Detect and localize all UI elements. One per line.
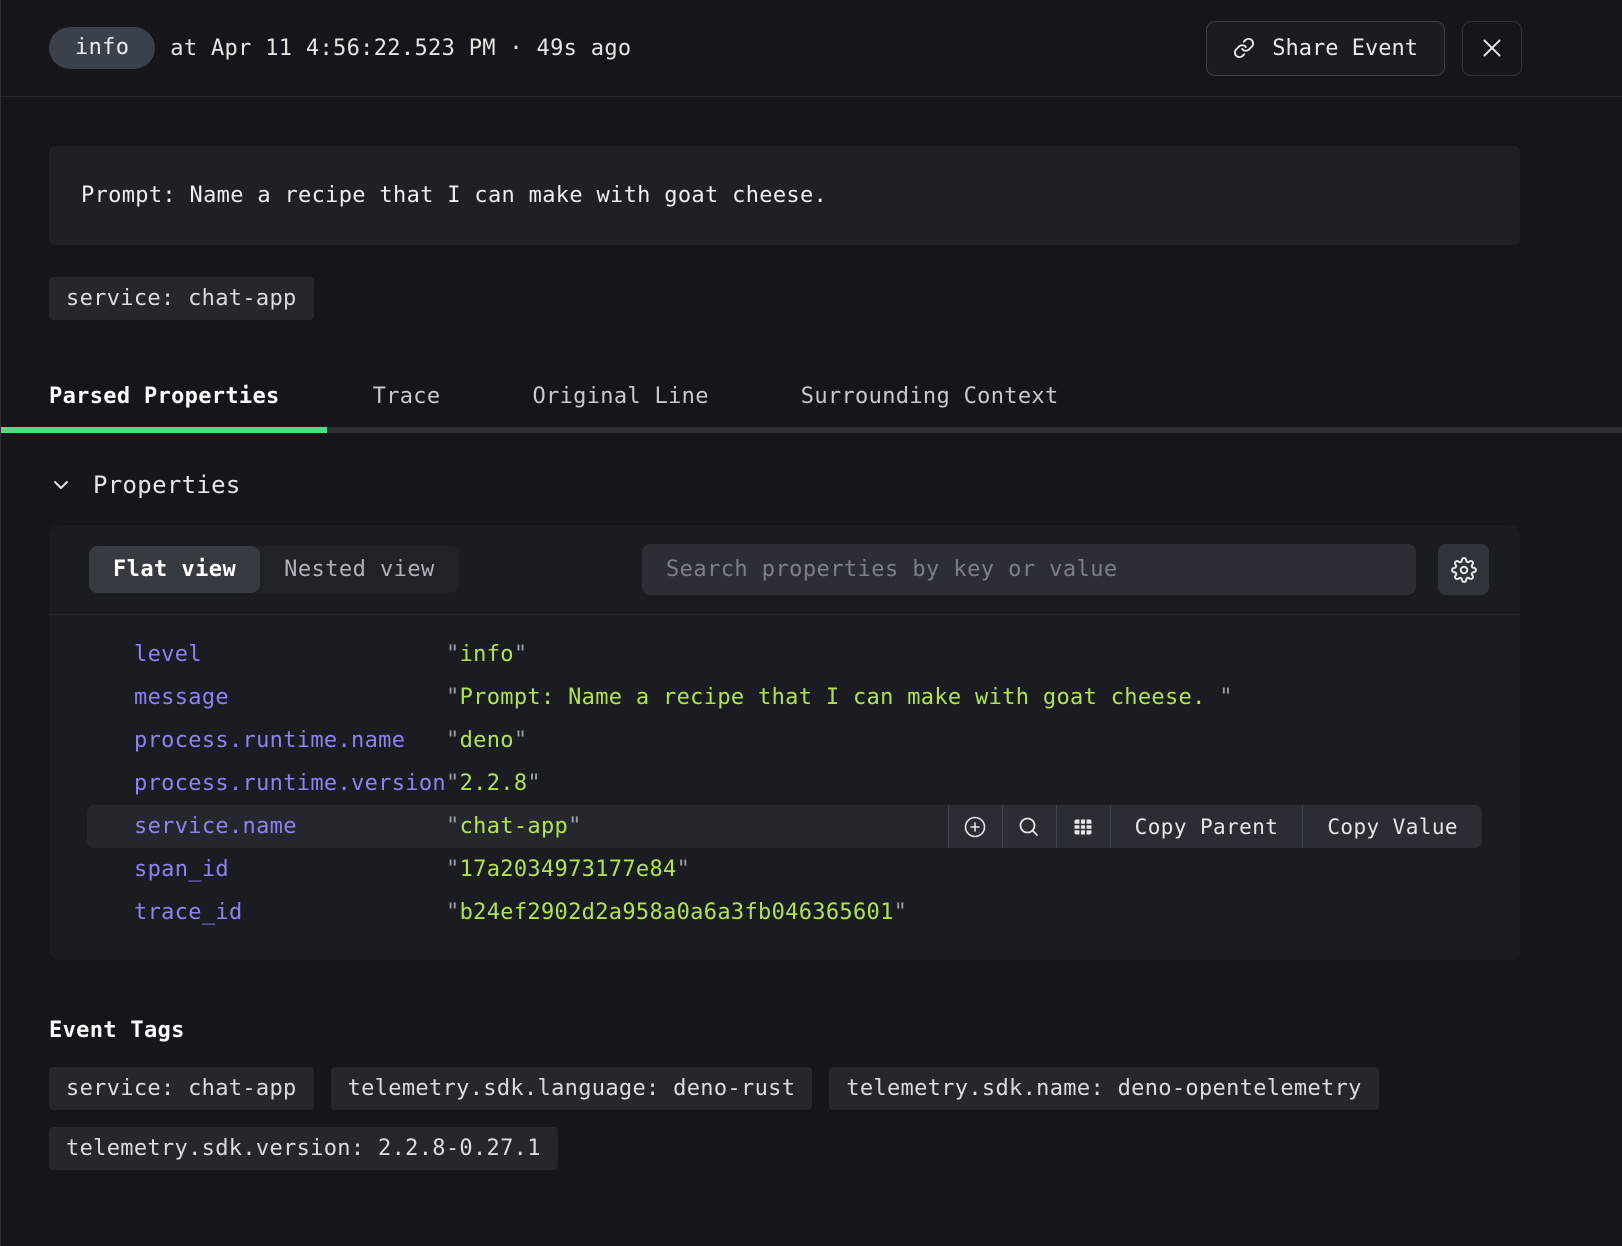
property-row-message[interactable]: message Prompt: Name a recipe that I can… bbox=[87, 676, 1482, 719]
copy-value-button[interactable]: Copy Value bbox=[1302, 805, 1482, 848]
property-key: service.name bbox=[134, 814, 446, 839]
property-value: 2.2.8 bbox=[446, 771, 541, 796]
tab-surrounding-context[interactable]: Surrounding Context bbox=[755, 360, 1105, 433]
property-row-process-runtime-version[interactable]: process.runtime.version 2.2.8 bbox=[87, 762, 1482, 805]
properties-card: Flat view Nested view level info messag bbox=[49, 525, 1520, 960]
share-event-label: Share Event bbox=[1272, 36, 1418, 61]
view-toggle: Flat view Nested view bbox=[89, 546, 459, 593]
gear-icon bbox=[1451, 557, 1477, 583]
search-value-button[interactable] bbox=[1002, 805, 1056, 848]
tab-parsed-properties[interactable]: Parsed Properties bbox=[1, 360, 327, 433]
property-key: message bbox=[134, 685, 446, 710]
row-action-group: Copy Parent Copy Value bbox=[948, 805, 1482, 848]
plus-circle-icon bbox=[963, 815, 987, 839]
property-value: chat-app bbox=[446, 814, 582, 839]
add-column-button[interactable] bbox=[1056, 805, 1110, 848]
event-tag-sdk-language[interactable]: telemetry.sdk.language: deno-rust bbox=[331, 1067, 813, 1110]
tab-original-line[interactable]: Original Line bbox=[486, 360, 754, 433]
add-filter-button[interactable] bbox=[948, 805, 1002, 848]
link-icon bbox=[1233, 37, 1255, 59]
search-properties-input[interactable] bbox=[642, 544, 1416, 595]
property-value: Prompt: Name a recipe that I can make wi… bbox=[446, 685, 1233, 710]
properties-section-toggle[interactable]: Properties bbox=[49, 471, 1520, 499]
properties-section-title: Properties bbox=[93, 471, 241, 499]
flat-view-button[interactable]: Flat view bbox=[89, 546, 260, 593]
property-row-trace-id[interactable]: trace_id b24ef2902d2a958a0a6a3fb04636560… bbox=[87, 891, 1482, 934]
main-content: Prompt: Name a recipe that I can make wi… bbox=[1, 146, 1622, 1170]
search-icon bbox=[1017, 815, 1041, 839]
property-key: process.runtime.name bbox=[134, 728, 446, 753]
property-row-span-id[interactable]: span_id 17a2034973177e84 bbox=[87, 848, 1482, 891]
level-badge: info bbox=[49, 27, 155, 69]
property-value: 17a2034973177e84 bbox=[446, 857, 690, 882]
nested-view-button[interactable]: Nested view bbox=[260, 546, 459, 593]
event-tag-sdk-version[interactable]: telemetry.sdk.version: 2.2.8-0.27.1 bbox=[49, 1127, 558, 1170]
share-event-button[interactable]: Share Event bbox=[1206, 21, 1445, 76]
tab-trace[interactable]: Trace bbox=[327, 360, 487, 433]
message-preview-box: Prompt: Name a recipe that I can make wi… bbox=[49, 146, 1520, 245]
topbar: info at Apr 11 4:56:22.523 PM · 49s ago … bbox=[1, 0, 1622, 97]
property-key: level bbox=[134, 642, 446, 667]
event-tags-list: service: chat-app telemetry.sdk.language… bbox=[49, 1067, 1520, 1170]
event-tag-service[interactable]: service: chat-app bbox=[49, 1067, 314, 1110]
properties-table: level info message Prompt: Name a recipe… bbox=[49, 615, 1520, 934]
tab-bar: Parsed Properties Trace Original Line Su… bbox=[49, 360, 1520, 433]
event-detail-panel: info at Apr 11 4:56:22.523 PM · 49s ago … bbox=[0, 0, 1622, 1246]
event-timestamp: at Apr 11 4:56:22.523 PM · 49s ago bbox=[170, 36, 631, 61]
property-value: info bbox=[446, 642, 527, 667]
properties-toolbar: Flat view Nested view bbox=[49, 525, 1520, 614]
property-row-process-runtime-name[interactable]: process.runtime.name deno bbox=[87, 719, 1482, 762]
property-key: process.runtime.version bbox=[134, 771, 446, 796]
settings-button[interactable] bbox=[1438, 544, 1489, 595]
message-preview-text: Prompt: Name a recipe that I can make wi… bbox=[81, 183, 827, 208]
property-row-level[interactable]: level info bbox=[87, 633, 1482, 676]
event-tag-sdk-name[interactable]: telemetry.sdk.name: deno-opentelemetry bbox=[829, 1067, 1378, 1110]
property-value: deno bbox=[446, 728, 527, 753]
table-grid-icon bbox=[1071, 815, 1095, 839]
service-tag-chip[interactable]: service: chat-app bbox=[49, 277, 314, 320]
property-value: b24ef2902d2a958a0a6a3fb046365601 bbox=[446, 900, 907, 925]
copy-parent-button[interactable]: Copy Parent bbox=[1110, 805, 1303, 848]
property-key: span_id bbox=[134, 857, 446, 882]
close-icon bbox=[1479, 35, 1505, 61]
event-tags-title: Event Tags bbox=[49, 1018, 1520, 1043]
chevron-down-icon bbox=[49, 473, 73, 497]
property-key: trace_id bbox=[134, 900, 446, 925]
close-button[interactable] bbox=[1462, 21, 1522, 76]
property-row-service-name[interactable]: service.name chat-app bbox=[87, 805, 1482, 848]
